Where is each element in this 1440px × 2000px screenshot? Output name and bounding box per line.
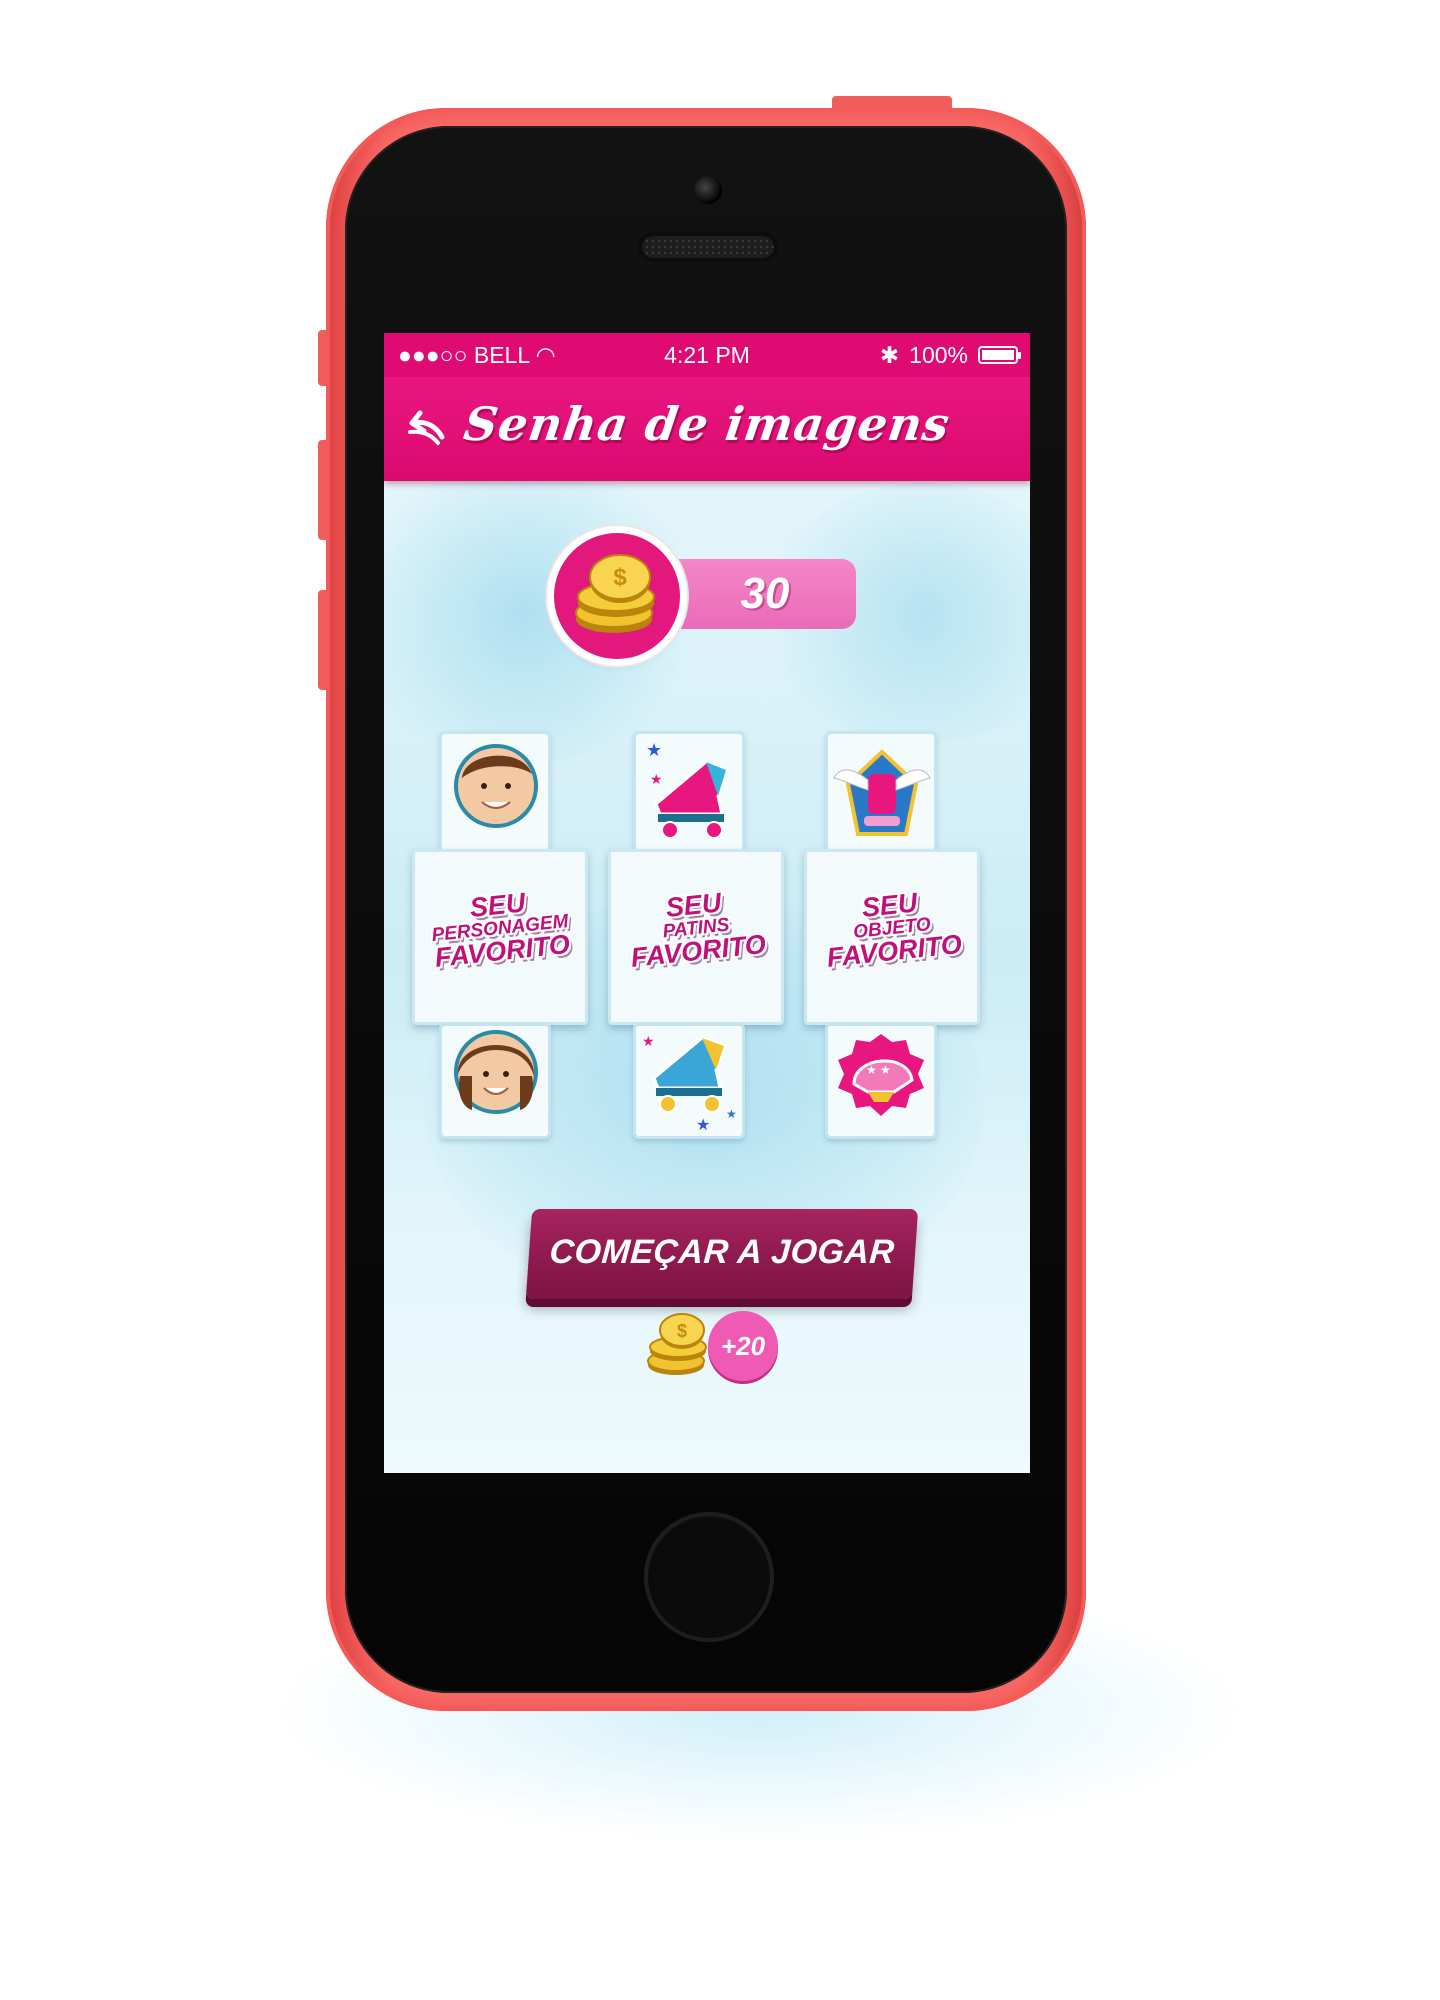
reward-badge: +20 bbox=[708, 1311, 778, 1381]
label-personagem: SEU PERSONAGEM FAVORITO bbox=[430, 887, 572, 973]
svg-text:★: ★ bbox=[642, 1033, 655, 1049]
label-card-personagem[interactable]: SEU PERSONAGEM FAVORITO bbox=[412, 849, 588, 1025]
battery-icon bbox=[978, 346, 1021, 364]
bluetooth-icon: ✱ bbox=[879, 342, 900, 368]
nav-bar: Senha de imagens bbox=[384, 377, 1030, 481]
coin-counter: 30 bbox=[674, 559, 856, 629]
card-pink-helmet[interactable]: ★ ★ bbox=[825, 1023, 937, 1139]
card-blue-roller-skate[interactable]: ★ ★ ★ bbox=[633, 1023, 745, 1139]
pink-helmet-icon: ★ ★ bbox=[838, 1034, 924, 1116]
svg-text:$: $ bbox=[677, 1321, 687, 1341]
svg-text:★: ★ bbox=[646, 740, 662, 760]
home-button[interactable] bbox=[644, 1512, 774, 1642]
earpiece-speaker bbox=[638, 232, 778, 262]
svg-text:★: ★ bbox=[726, 1107, 737, 1121]
reward-indicator: $ +20 bbox=[642, 1305, 802, 1385]
label-objeto: SEU OBJETO FAVORITO bbox=[825, 887, 964, 973]
label-card-objeto[interactable]: SEU OBJETO FAVORITO bbox=[804, 849, 980, 1025]
coin-stack-icon: $ bbox=[575, 554, 655, 633]
start-game-button[interactable]: COMEÇAR A JOGAR bbox=[525, 1209, 919, 1299]
status-right: ✱ 100% bbox=[879, 333, 1021, 377]
card-girl-avatar[interactable] bbox=[439, 1023, 551, 1139]
battery-percent: 100% bbox=[909, 342, 968, 368]
label-card-patins[interactable]: SEU PATINS FAVORITO bbox=[608, 849, 784, 1025]
app-screen: ●●●○○ BELL ◠ 4:21 PM ✱ 100% Senha de ima… bbox=[384, 333, 1030, 1473]
front-camera bbox=[694, 176, 722, 204]
status-bar: ●●●○○ BELL ◠ 4:21 PM ✱ 100% bbox=[384, 333, 1030, 377]
coin-badge: $ bbox=[554, 533, 680, 659]
page-title: Senha de imagens bbox=[460, 397, 954, 451]
winged-skate-icon bbox=[833, 749, 931, 836]
svg-text:$: $ bbox=[613, 564, 627, 591]
blue-roller-skate-icon: ★ ★ ★ bbox=[642, 1033, 737, 1134]
svg-text:★ ★: ★ ★ bbox=[866, 1063, 891, 1077]
svg-text:★: ★ bbox=[696, 1117, 710, 1134]
pink-roller-skate-icon: ★ ★ bbox=[646, 740, 728, 839]
label-patins: SEU PATINS FAVORITO bbox=[629, 887, 768, 973]
svg-text:★: ★ bbox=[650, 771, 663, 787]
